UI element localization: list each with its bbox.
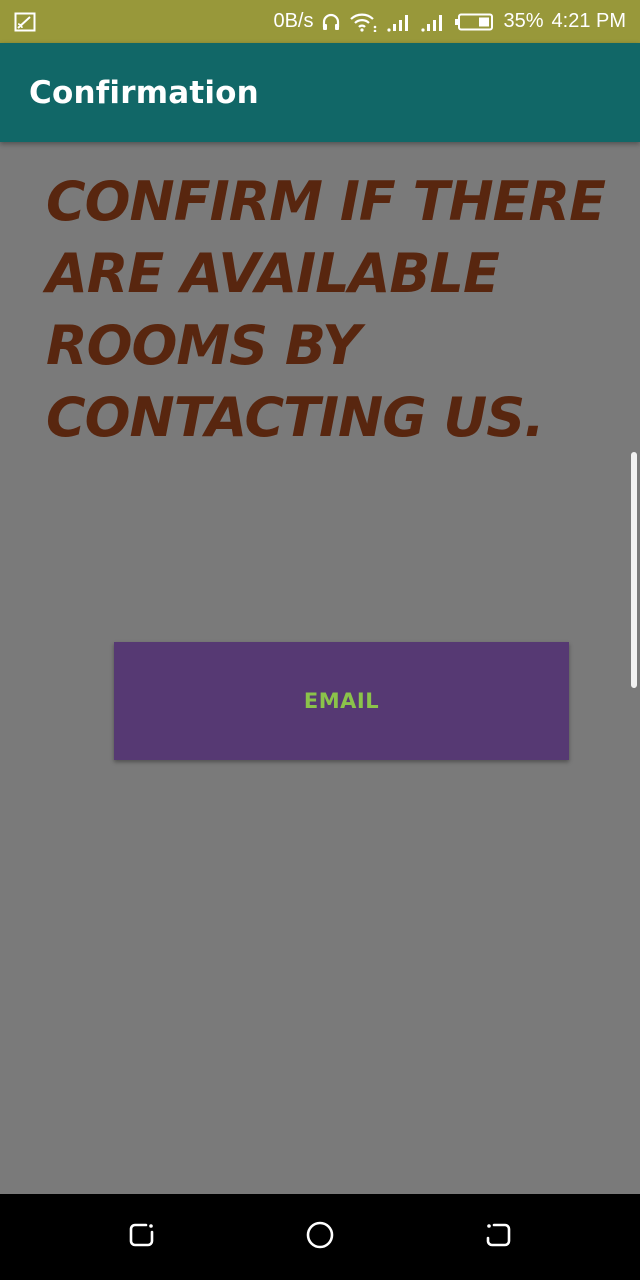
wifi-icon [349, 12, 379, 32]
app-bar: Confirmation [0, 43, 640, 142]
signal-icon [421, 12, 447, 32]
recent-apps-button[interactable] [119, 1214, 165, 1260]
status-bar: 0B/s 35% 4:21 PM [0, 0, 640, 43]
back-icon [484, 1221, 512, 1253]
navigation-bar [0, 1194, 640, 1280]
home-button[interactable] [297, 1214, 343, 1260]
home-icon [305, 1220, 335, 1254]
status-right: 0B/s 35% 4:21 PM [273, 10, 626, 33]
screen-cast-icon [14, 12, 36, 32]
email-button[interactable]: EMAIL [114, 642, 569, 760]
signal-icon [387, 12, 413, 32]
battery-icon [455, 12, 495, 32]
headphones-icon [321, 12, 341, 32]
recent-apps-icon [128, 1221, 156, 1253]
status-time: 4:21 PM [551, 10, 626, 32]
net-speed: 0B/s [273, 10, 314, 32]
confirmation-heading: CONFIRM IF THERE ARE AVAILABLE ROOMS BY … [46, 170, 606, 449]
scrollbar[interactable] [631, 452, 637, 688]
status-left [14, 12, 36, 32]
battery-percent: 35% [503, 10, 544, 32]
back-button[interactable] [475, 1214, 521, 1260]
page-title: Confirmation [29, 74, 259, 111]
